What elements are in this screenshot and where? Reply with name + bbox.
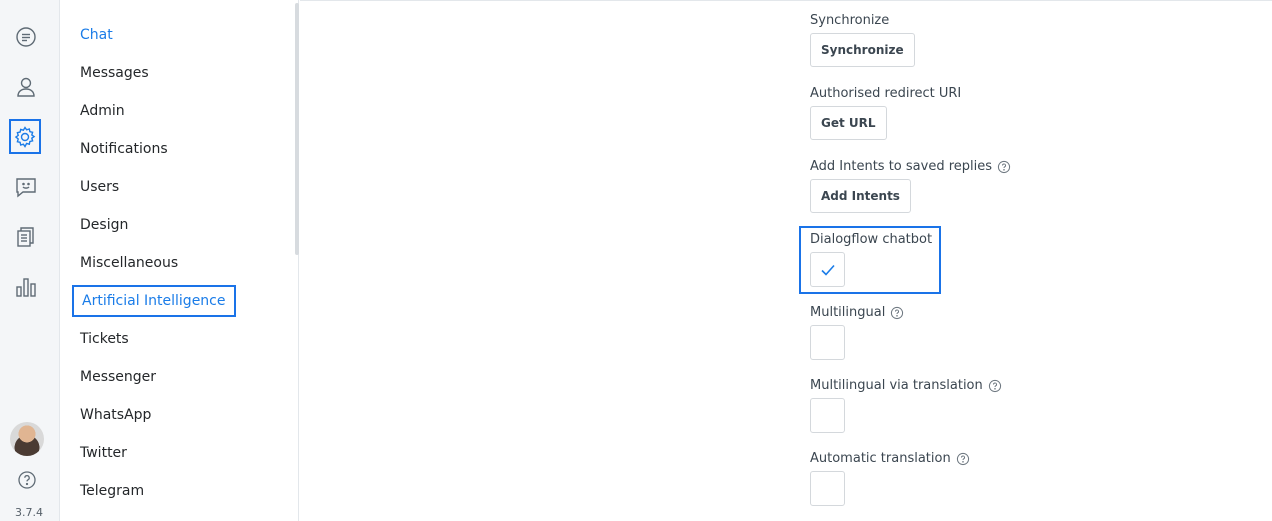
menu-item-whatsapp[interactable]: WhatsApp	[80, 404, 151, 426]
menu-item-admin[interactable]: Admin	[80, 100, 125, 122]
menu-item-telegram[interactable]: Telegram	[80, 480, 144, 502]
menu-item-users[interactable]: Users	[80, 176, 119, 198]
reports-icon[interactable]	[10, 271, 42, 303]
multilingual-label: Multilingual	[810, 305, 904, 320]
menu-scrollbar[interactable]	[295, 3, 299, 255]
menu-item-messenger[interactable]: Messenger	[80, 366, 156, 388]
articles-icon[interactable]	[10, 221, 42, 253]
top-divider	[300, 0, 1272, 1]
add-intents-button[interactable]: Add Intents	[810, 179, 911, 213]
question-icon[interactable]	[956, 452, 970, 466]
intents-label: Add Intents to saved replies	[810, 159, 1011, 174]
menu-item-chat[interactable]: Chat	[80, 24, 113, 46]
avatar[interactable]	[10, 422, 44, 456]
user-icon[interactable]	[10, 71, 42, 103]
help-icon[interactable]	[17, 470, 37, 490]
question-icon[interactable]	[997, 160, 1011, 174]
redirect-uri-label: Authorised redirect URI	[810, 86, 962, 101]
check-icon	[820, 264, 835, 276]
icon-rail: 3.7.4	[0, 0, 60, 521]
automatic-translation-checkbox[interactable]	[810, 471, 845, 506]
question-icon[interactable]	[988, 379, 1002, 393]
dialogflow-label: Dialogflow chatbot	[810, 232, 933, 247]
synchronize-button[interactable]: Synchronize	[810, 33, 915, 67]
menu-item-tickets[interactable]: Tickets	[80, 328, 129, 350]
automatic-translation-label: Automatic translation	[810, 451, 970, 466]
menu-item-twitter[interactable]: Twitter	[80, 442, 127, 464]
settings-icon[interactable]	[9, 119, 41, 154]
smiley-chat-icon[interactable]	[10, 171, 42, 203]
dialogflow-checkbox[interactable]	[810, 252, 845, 287]
menu-item-miscellaneous[interactable]: Miscellaneous	[80, 252, 178, 274]
version-label: 3.7.4	[15, 506, 43, 519]
menu-item-artificial-intelligence[interactable]: Artificial Intelligence	[72, 285, 236, 317]
multilingual-translation-checkbox[interactable]	[810, 398, 845, 433]
multilingual-translation-label: Multilingual via translation	[810, 378, 1002, 393]
question-icon[interactable]	[890, 306, 904, 320]
chat-icon[interactable]	[10, 21, 42, 53]
menu-item-design[interactable]: Design	[80, 214, 128, 236]
multilingual-checkbox[interactable]	[810, 325, 845, 360]
menu-item-notifications[interactable]: Notifications	[80, 138, 168, 160]
menu-item-messages[interactable]: Messages	[80, 62, 149, 84]
get-url-button[interactable]: Get URL	[810, 106, 887, 140]
synchronize-label: Synchronize	[810, 13, 890, 28]
